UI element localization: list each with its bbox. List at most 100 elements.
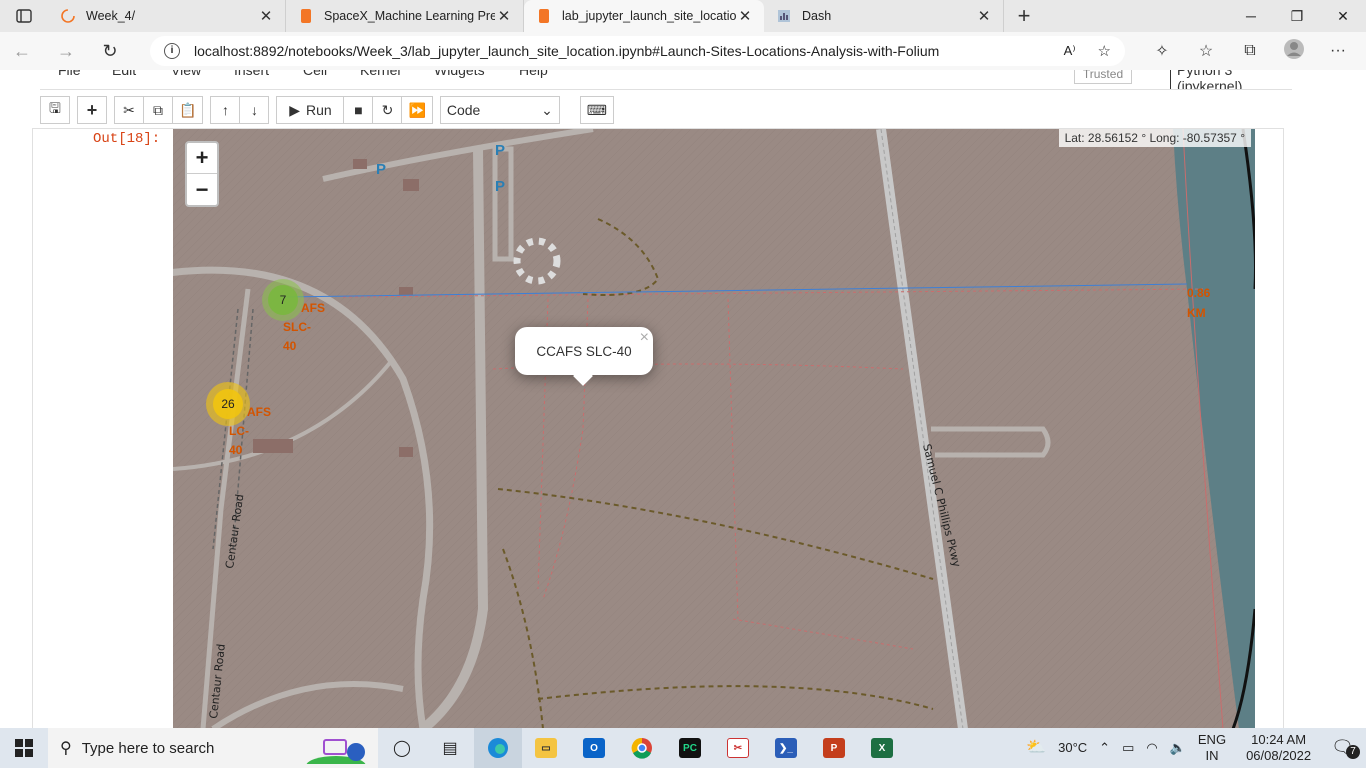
move-up-icon[interactable]: ↑: [210, 96, 241, 124]
excel-icon[interactable]: X: [858, 728, 906, 768]
pycharm-icon[interactable]: PC: [666, 728, 714, 768]
extensions-icon[interactable]: ✧: [1140, 41, 1184, 61]
favorite-add-icon[interactable]: ☆: [1098, 42, 1111, 60]
clock[interactable]: 10:24 AM 06/08/2022: [1246, 732, 1311, 764]
paste-icon[interactable]: 📋: [172, 96, 204, 124]
forward-icon[interactable]: →: [44, 41, 88, 62]
tab-title: Week_4/: [86, 9, 136, 23]
task-view-icon[interactable]: ◯: [378, 728, 426, 768]
restart-run-all-icon[interactable]: ⏩: [401, 96, 433, 124]
save-icon[interactable]: 🖫: [40, 96, 70, 124]
keyboard-shortcuts-icon[interactable]: ⌨: [579, 96, 614, 124]
edge-icon[interactable]: [474, 728, 522, 768]
popup-text: CCAFS SLC-40: [536, 343, 632, 359]
widgets-icon[interactable]: ▤: [426, 728, 474, 768]
tab-lab-launch-site[interactable]: lab_jupyter_launch_site_location ✕: [524, 0, 764, 32]
address-bar: ← → ↻ i localhost:8892/notebooks/Week_3/…: [0, 32, 1366, 70]
taskbar-search-input[interactable]: ⚲ Type here to search: [48, 728, 378, 768]
outlook-icon[interactable]: O: [570, 728, 618, 768]
site-label-line: AFS: [301, 301, 325, 315]
powershell-icon[interactable]: ❯_: [762, 728, 810, 768]
windows-taskbar: ⚲ Type here to search ◯ ▤ ▭ O PC ✂ ❯_ P …: [0, 728, 1366, 768]
site-info-icon[interactable]: i: [164, 43, 180, 59]
tab-title: SpaceX_Machine Learning Predic: [324, 9, 495, 23]
close-icon[interactable]: ✕: [495, 7, 513, 25]
menu-file[interactable]: File: [58, 70, 81, 78]
window-close-icon[interactable]: ✕: [1320, 0, 1366, 32]
menu-help[interactable]: Help: [519, 70, 548, 78]
restore-icon[interactable]: ❐: [1274, 0, 1320, 32]
site-label-line: LC-: [229, 424, 249, 438]
trusted-badge[interactable]: Trusted: [1074, 70, 1132, 84]
windows-start-icon[interactable]: [0, 728, 48, 768]
tray-overflow-icon[interactable]: ⌃: [1099, 740, 1110, 756]
system-tray: ⛅ 30°C ⌃ ▭ ◠ 🔈 ENG IN 10:24 AM 06/08/202…: [1020, 728, 1366, 768]
popup-close-icon[interactable]: ×: [640, 329, 649, 347]
menu-edit[interactable]: Edit: [112, 70, 136, 78]
url-field[interactable]: i localhost:8892/notebooks/Week_3/lab_ju…: [150, 36, 1125, 66]
zoom-in-button[interactable]: +: [187, 143, 217, 174]
notebook-toolbar: 🖫 + ✂ ⧉ 📋 ↑ ↓ ▶ Run ■ ↻ ⏩ Code ⌄ ⌨: [40, 96, 614, 124]
tab-week4[interactable]: Week_4/ ✕: [48, 0, 286, 32]
site-label-slc40: AFS SLC- 40: [283, 299, 325, 356]
profile-avatar[interactable]: [1272, 38, 1316, 65]
close-icon[interactable]: ✕: [257, 7, 275, 25]
battery-icon[interactable]: ▭: [1122, 740, 1134, 756]
folium-map[interactable]: P P P Centaur Road Centaur Road Samuel C…: [173, 129, 1255, 729]
site-label-line: 40: [283, 339, 297, 353]
kernel-indicator[interactable]: Python 3 (ipykernel): [1170, 70, 1292, 89]
refresh-icon[interactable]: ↻: [88, 41, 132, 62]
move-down-icon[interactable]: ↓: [239, 96, 270, 124]
volume-icon[interactable]: 🔈: [1170, 740, 1186, 756]
url-text[interactable]: localhost:8892/notebooks/Week_3/lab_jupy…: [194, 43, 1056, 59]
favorites-icon[interactable]: ☆: [1184, 41, 1228, 61]
stop-icon[interactable]: ■: [343, 96, 374, 124]
tab-actions-icon[interactable]: [0, 0, 48, 32]
site-label-line: AFS: [247, 405, 271, 419]
weather-icon[interactable]: ⛅: [1026, 740, 1046, 756]
menu-cell[interactable]: Cell: [303, 70, 327, 78]
dash-chart-icon: [778, 10, 790, 22]
minimize-icon[interactable]: ─: [1228, 0, 1274, 32]
back-icon[interactable]: ←: [0, 41, 44, 62]
run-label: Run: [305, 102, 332, 118]
menu-widgets[interactable]: Widgets: [434, 70, 485, 78]
notification-count: 7: [1346, 745, 1360, 759]
language-indicator[interactable]: ENG IN: [1198, 732, 1226, 764]
close-icon[interactable]: ✕: [975, 7, 993, 25]
cut-icon[interactable]: ✂: [114, 96, 144, 124]
notebook-menubar: File Edit View Insert Cell Kernel Widget…: [40, 70, 1292, 90]
tab-spacex-ml[interactable]: SpaceX_Machine Learning Predic ✕: [286, 0, 524, 32]
close-icon[interactable]: ✕: [736, 7, 754, 25]
zoom-out-button[interactable]: −: [187, 174, 217, 205]
tab-title: lab_jupyter_launch_site_location: [562, 9, 736, 23]
powerpoint-icon[interactable]: P: [810, 728, 858, 768]
copy-icon[interactable]: ⧉: [143, 96, 173, 124]
notebook-area: File Edit View Insert Cell Kernel Widget…: [0, 70, 1366, 729]
file-explorer-icon[interactable]: ▭: [522, 728, 570, 768]
output-prompt: Out[18]:: [93, 131, 161, 147]
parking-label: P: [495, 178, 505, 195]
menu-kernel[interactable]: Kernel: [360, 70, 400, 78]
restart-icon[interactable]: ↻: [372, 96, 403, 124]
tab-dash[interactable]: Dash ✕: [764, 0, 1004, 32]
language-region: IN: [1205, 748, 1219, 763]
map-popup: CCAFS SLC-40 ×: [515, 327, 653, 386]
mouse-position-readout: Lat: 28.56152 ° Long: -80.57357 °: [1058, 129, 1251, 147]
new-tab-icon[interactable]: +: [1004, 0, 1044, 32]
notification-center-icon[interactable]: 🗨 7: [1331, 738, 1360, 759]
site-label-line: SLC-: [283, 320, 311, 334]
menu-insert[interactable]: Insert: [234, 70, 269, 78]
more-menu-icon[interactable]: ···: [1316, 42, 1360, 60]
cell-type-select[interactable]: Code ⌄: [439, 96, 560, 124]
menu-view[interactable]: View: [171, 70, 201, 78]
insert-cell-icon[interactable]: +: [77, 96, 107, 124]
snipping-tool-icon[interactable]: ✂: [714, 728, 762, 768]
cell-type-value: Code: [446, 102, 481, 118]
run-button[interactable]: ▶ Run: [276, 96, 345, 124]
wifi-icon[interactable]: ◠: [1146, 740, 1157, 756]
weather-temp[interactable]: 30°C: [1058, 740, 1087, 756]
read-aloud-icon[interactable]: A⁾: [1064, 43, 1076, 59]
collections-icon[interactable]: ⧉: [1228, 42, 1272, 60]
chrome-icon[interactable]: [618, 728, 666, 768]
